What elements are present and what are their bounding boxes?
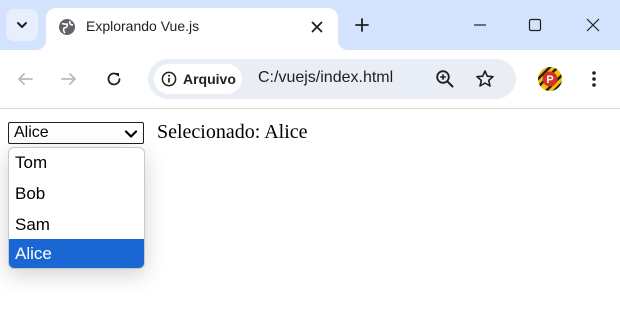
select-value: Alice: [14, 124, 49, 141]
url-text[interactable]: C:/vuejs/index.html: [258, 69, 393, 87]
chevron-down-icon: [124, 130, 138, 138]
profile-initial: P: [546, 74, 553, 86]
arrow-right-icon: [61, 73, 76, 85]
chevron-down-icon: [17, 22, 27, 28]
select-option[interactable]: Tom: [9, 148, 144, 179]
select-option[interactable]: Bob: [9, 179, 144, 210]
minimize-icon: [474, 24, 486, 26]
plus-icon: [355, 18, 369, 32]
star-icon: [476, 70, 494, 87]
globe-icon: [59, 19, 75, 35]
select-option[interactable]: Sam: [9, 210, 144, 241]
minimize-button[interactable]: [462, 8, 498, 42]
active-tab[interactable]: Explorando Vue.js: [46, 8, 338, 50]
new-tab-button[interactable]: [350, 13, 374, 37]
reload-icon: [107, 72, 121, 86]
back-button[interactable]: [11, 65, 39, 93]
select-option-highlighted[interactable]: Alice: [9, 239, 144, 268]
selected-text: Selecionado: Alice: [157, 121, 308, 143]
arrow-left-icon: [18, 73, 33, 85]
tab-title: Explorando Vue.js: [86, 18, 200, 34]
more-vert-icon: [592, 71, 596, 87]
address-bar[interactable]: Arquivo C:/vuejs/index.html: [148, 59, 516, 99]
profile-avatar[interactable]: P: [538, 67, 562, 91]
select-dropdown-list: Tom Bob Sam Alice: [8, 147, 145, 269]
browser-toolbar: Arquivo C:/vuejs/index.html P: [0, 50, 620, 109]
bookmark-button[interactable]: [474, 68, 496, 90]
reload-button[interactable]: [100, 65, 128, 93]
tab-strip: Explorando Vue.js: [0, 0, 620, 50]
maximize-icon: [528, 18, 542, 32]
tab-close-button[interactable]: [306, 16, 328, 38]
maximize-button[interactable]: [517, 8, 553, 42]
zoom-button[interactable]: [434, 68, 456, 90]
forward-button[interactable]: [55, 65, 83, 93]
close-icon: [586, 18, 600, 32]
name-select[interactable]: Alice: [8, 122, 144, 144]
menu-button[interactable]: [582, 65, 606, 93]
tab-search-button[interactable]: [6, 9, 38, 41]
zoom-in-icon: [436, 70, 454, 88]
security-label: Arquivo: [183, 71, 236, 87]
close-window-button[interactable]: [575, 8, 611, 42]
site-info-chip[interactable]: Arquivo: [154, 64, 242, 94]
close-icon: [311, 21, 323, 33]
info-icon: [161, 71, 177, 87]
